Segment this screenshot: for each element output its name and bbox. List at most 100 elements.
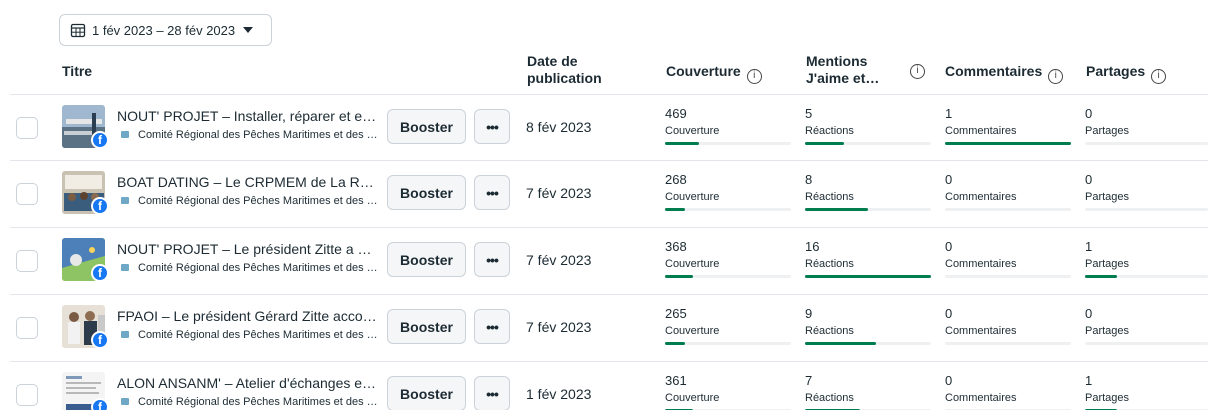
post-title[interactable]: BOAT DATING – Le CRPMEM de La Réunion a [117, 174, 379, 190]
metric-couverture-bar-fill [665, 142, 699, 145]
metric-couverture-value: 361 [665, 373, 687, 388]
header-couverture[interactable]: Couverture i [666, 63, 762, 84]
row-divider [10, 160, 1208, 161]
metric-couverture-label: Couverture [665, 392, 720, 404]
header-date-line2: publication [527, 70, 602, 86]
metric-commentaires: 0 Commentaires [945, 373, 1071, 410]
header-partages[interactable]: Partages i [1086, 63, 1167, 84]
facebook-icon: f [91, 331, 109, 349]
metric-reactions-label: Réactions [805, 191, 854, 203]
info-icon[interactable]: i [1151, 69, 1167, 84]
header-commentaires-label: Commentaires [945, 63, 1043, 79]
metric-commentaires-value: 0 [945, 373, 953, 388]
chevron-down-icon [243, 27, 254, 33]
booster-button[interactable]: Booster [387, 376, 466, 410]
metric-couverture-bar-fill [665, 208, 685, 211]
metric-reactions-value: 9 [805, 306, 813, 321]
metric-partages-value: 0 [1085, 106, 1093, 121]
metric-commentaires-value: 0 [945, 172, 953, 187]
row-checkbox[interactable] [16, 317, 38, 339]
page-name: Comité Régional des Pêches Maritimes et … [138, 195, 381, 207]
calendar-icon [70, 23, 86, 38]
booster-button[interactable]: Booster [387, 242, 466, 277]
more-options-button[interactable]: ••• [474, 242, 510, 277]
post-title[interactable]: NOUT' PROJET – Le président Zitte a prof… [117, 241, 379, 257]
metric-reactions-bar-fill [805, 275, 931, 278]
row-checkbox[interactable] [16, 183, 38, 205]
metric-couverture-label: Couverture [665, 325, 720, 337]
metric-couverture: 469 Couverture [665, 106, 791, 145]
post-title[interactable]: FPAOI – Le président Gérard Zitte accomp… [117, 308, 379, 324]
metric-partages-label: Partages [1085, 392, 1130, 404]
more-options-button[interactable]: ••• [474, 309, 510, 344]
header-mentions[interactable]: Mentions J'aime et… [806, 53, 879, 87]
metric-reactions-bar-fill [805, 142, 844, 145]
metric-couverture-label: Couverture [665, 191, 720, 203]
more-options-button[interactable]: ••• [474, 109, 510, 144]
header-mentions-line1: Mentions [806, 53, 868, 69]
metric-commentaires-bar [945, 208, 1071, 211]
metric-reactions-label: Réactions [805, 325, 854, 337]
row-checkbox[interactable] [16, 117, 38, 139]
row-checkbox[interactable] [16, 384, 38, 406]
page-name: Comité Régional des Pêches Maritimes et … [138, 129, 381, 141]
row-divider [10, 294, 1208, 295]
header-date-publication[interactable]: Date de publication [527, 53, 602, 87]
info-icon[interactable]: i [910, 64, 925, 79]
table-row[interactable]: f NOUT' PROJET – Le président Zitte a pr… [0, 228, 1208, 295]
metric-commentaires-bar [945, 275, 1071, 278]
page-name-line: Comité Régional des Pêches Maritimes et … [121, 396, 381, 408]
metric-partages-bar [1085, 142, 1208, 145]
table-row[interactable]: f BOAT DATING – Le CRPMEM de La Réunion … [0, 161, 1208, 228]
booster-button[interactable]: Booster [387, 175, 466, 210]
table-row[interactable]: f ALON ANSANM' – Atelier d'échanges entr… [0, 362, 1208, 410]
more-options-button[interactable]: ••• [474, 175, 510, 210]
page-name: Comité Régional des Pêches Maritimes et … [138, 396, 381, 408]
header-mentions-line2: J'aime et… [806, 70, 880, 86]
booster-button[interactable]: Booster [387, 309, 466, 344]
metric-reactions-value: 16 [805, 239, 820, 254]
header-commentaires[interactable]: Commentaires i [945, 63, 1064, 84]
metric-partages-label: Partages [1085, 191, 1130, 203]
booster-button[interactable]: Booster [387, 109, 466, 144]
metric-couverture-value: 265 [665, 306, 687, 321]
metric-commentaires-value: 0 [945, 239, 953, 254]
header-titre[interactable]: Titre [62, 63, 92, 80]
metric-reactions: 7 Réactions [805, 373, 931, 410]
metric-reactions-bar [805, 342, 931, 345]
date-range-picker[interactable]: 1 fév 2023 – 28 fév 2023 [59, 14, 272, 46]
metric-reactions-label: Réactions [805, 392, 854, 404]
post-title[interactable]: NOUT' PROJET – Installer, réparer et ent… [117, 108, 379, 124]
page-icon [121, 264, 129, 271]
metric-reactions-label: Réactions [805, 258, 854, 270]
page-icon [121, 331, 129, 338]
metric-couverture-bar [665, 342, 791, 345]
facebook-icon: f [91, 131, 109, 149]
metric-partages-value: 1 [1085, 373, 1093, 388]
metric-partages-label: Partages [1085, 258, 1130, 270]
metric-partages-label: Partages [1085, 125, 1130, 137]
metric-commentaires-label: Commentaires [945, 392, 1017, 404]
date-range-label: 1 fév 2023 – 28 fév 2023 [92, 22, 236, 38]
metric-commentaires-bar [945, 342, 1071, 345]
post-title[interactable]: ALON ANSANM' – Atelier d'échanges entre … [117, 375, 379, 391]
row-divider [10, 227, 1208, 228]
row-checkbox[interactable] [16, 250, 38, 272]
metric-couverture-bar-fill [665, 275, 693, 278]
page-name: Comité Régional des Pêches Maritimes et … [138, 329, 381, 341]
metric-couverture-bar-fill [665, 342, 685, 345]
metric-reactions-bar [805, 275, 931, 278]
metric-commentaires: 0 Commentaires [945, 172, 1071, 211]
page-name-line: Comité Régional des Pêches Maritimes et … [121, 129, 381, 141]
metric-reactions-bar-fill [805, 208, 868, 211]
metric-partages: 0 Partages [1085, 306, 1208, 345]
info-icon[interactable]: i [1048, 69, 1064, 84]
metric-commentaires: 1 Commentaires [945, 106, 1071, 145]
metric-partages: 1 Partages [1085, 239, 1208, 278]
table-row[interactable]: f NOUT' PROJET – Installer, réparer et e… [0, 95, 1208, 162]
more-options-button[interactable]: ••• [474, 376, 510, 410]
table-row[interactable]: f FPAOI – Le président Gérard Zitte acco… [0, 295, 1208, 362]
metric-couverture: 268 Couverture [665, 172, 791, 211]
metric-partages-label: Partages [1085, 325, 1130, 337]
info-icon[interactable]: i [746, 69, 762, 84]
